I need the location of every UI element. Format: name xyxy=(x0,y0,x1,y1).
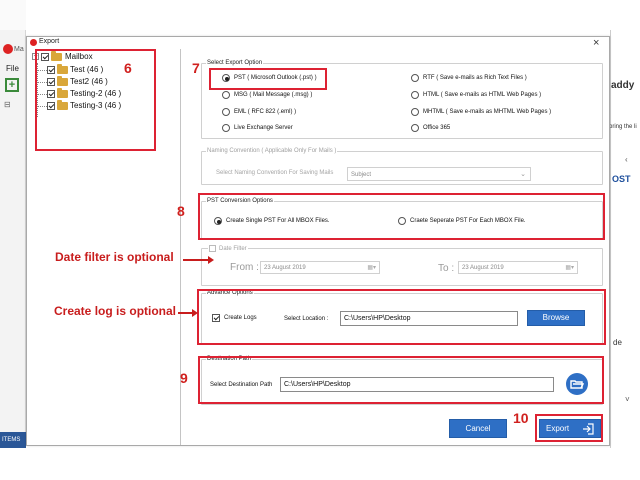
cancel-button[interactable]: Cancel xyxy=(449,419,507,438)
checkbox-date-filter[interactable] xyxy=(209,245,216,252)
chevron-down-icon[interactable]: ⌄ xyxy=(520,168,526,180)
date-to-picker[interactable]: 23 August 2019 ▦▾ xyxy=(458,261,578,274)
option-label: Live Exchange Server xyxy=(234,125,293,131)
option-office-365[interactable]: Office 365 xyxy=(411,124,450,132)
date-filter-group: Date Filter From : 23 August 2019 ▦▾ To … xyxy=(201,245,603,286)
background-right-text: pring the li xyxy=(609,124,637,130)
option-label: MHTML ( Save e-mails as MHTML Web Pages … xyxy=(423,109,552,115)
option-label: EML ( RFC 822 (.eml) ) xyxy=(234,109,297,115)
annotation-arrowhead xyxy=(208,256,214,264)
annotation-number: 7 xyxy=(192,60,200,76)
option-msg[interactable]: MSG ( Mail Message (.msg) ) xyxy=(222,91,312,99)
background-tab-fragment: Ma xyxy=(14,46,24,53)
app-logo-icon xyxy=(3,44,13,54)
annotation-number: 8 xyxy=(177,203,185,219)
naming-convention-group: Naming Convention ( Applicable Only For … xyxy=(201,148,603,185)
option-live-exchange[interactable]: Live Exchange Server xyxy=(222,124,293,132)
annotation-arrowhead xyxy=(192,309,198,317)
background-top xyxy=(0,0,640,30)
naming-convention-label: Naming Convention ( Applicable Only For … xyxy=(206,148,338,154)
calendar-icon[interactable]: ▦▾ xyxy=(565,262,574,273)
annotation-number: 6 xyxy=(124,60,132,76)
annotation-box-9 xyxy=(198,356,604,404)
option-label: HTML ( Save e-mails as HTML Web Pages ) xyxy=(423,92,542,98)
background-right-text: de xyxy=(613,338,622,347)
scroll-down-icon[interactable]: ˅ xyxy=(625,395,630,404)
radio-live-exchange[interactable] xyxy=(222,124,230,132)
radio-rtf[interactable] xyxy=(411,74,419,82)
option-eml[interactable]: EML ( RFC 822 (.eml) ) xyxy=(222,108,296,116)
radio-office-365[interactable] xyxy=(411,124,419,132)
radio-mhtml[interactable] xyxy=(411,108,419,116)
option-rtf[interactable]: RTF ( Save e-mails as Rich Text Files ) xyxy=(411,74,527,82)
dialog-title: Export xyxy=(39,38,60,45)
date-from-label: From : xyxy=(230,262,259,273)
background-scrollbar[interactable]: ‹ ˅ xyxy=(624,155,634,415)
radio-msg[interactable] xyxy=(222,91,230,99)
background-left-top xyxy=(0,0,26,30)
add-icon[interactable]: + xyxy=(5,78,19,92)
annotation-number: 9 xyxy=(180,370,188,386)
option-label: Office 365 xyxy=(423,125,451,131)
radio-html[interactable] xyxy=(411,91,419,99)
annotation-box-8 xyxy=(198,193,605,240)
option-label: RTF ( Save e-mails as Rich Text Files ) xyxy=(423,75,527,81)
calendar-icon[interactable]: ▦▾ xyxy=(367,262,376,273)
date-filter-label: Date Filter xyxy=(219,245,247,252)
option-mhtml[interactable]: MHTML ( Save e-mails as MHTML Web Pages … xyxy=(411,108,551,116)
annotation-number: 10 xyxy=(513,410,529,426)
menu-file[interactable]: File xyxy=(6,64,19,73)
option-html[interactable]: HTML ( Save e-mails as HTML Web Pages ) xyxy=(411,91,541,99)
annotation-date-filter: Date filter is optional xyxy=(55,250,174,264)
scroll-up-icon[interactable]: ‹ xyxy=(625,155,628,164)
date-filter-header: Date Filter xyxy=(208,245,248,252)
status-items-label: ITEMS xyxy=(0,432,26,448)
dialog-titlebar: Export × xyxy=(27,37,609,49)
background-right-text: addy xyxy=(611,80,635,91)
date-to-value: 23 August 2019 xyxy=(462,265,504,271)
screenshot-root: Ma File + ⊟ ITEMS addy pring the li OST … xyxy=(0,0,640,480)
radio-eml[interactable] xyxy=(222,108,230,116)
naming-convention-select[interactable]: Subject ⌄ xyxy=(347,167,531,181)
naming-field-label: Select Naming Convention For Saving Mail… xyxy=(216,170,334,176)
app-logo-icon xyxy=(30,39,37,46)
annotation-box-6 xyxy=(35,49,156,151)
date-from-picker[interactable]: 23 August 2019 ▦▾ xyxy=(260,261,380,274)
option-label: MSG ( Mail Message (.msg) ) xyxy=(234,92,313,98)
annotation-box-7 xyxy=(209,68,327,90)
close-icon[interactable]: × xyxy=(593,37,599,49)
annotation-create-log: Create log is optional xyxy=(54,304,177,318)
export-option-label: Select Export Option xyxy=(206,60,264,66)
annotation-arrow xyxy=(183,259,211,261)
date-from-value: 23 August 2019 xyxy=(264,265,306,271)
background-tree-expander: ⊟ xyxy=(4,100,11,109)
annotation-box-log xyxy=(197,289,606,345)
naming-value: Subject xyxy=(351,172,372,178)
date-to-label: To : xyxy=(438,263,455,274)
annotation-box-10 xyxy=(535,414,603,442)
